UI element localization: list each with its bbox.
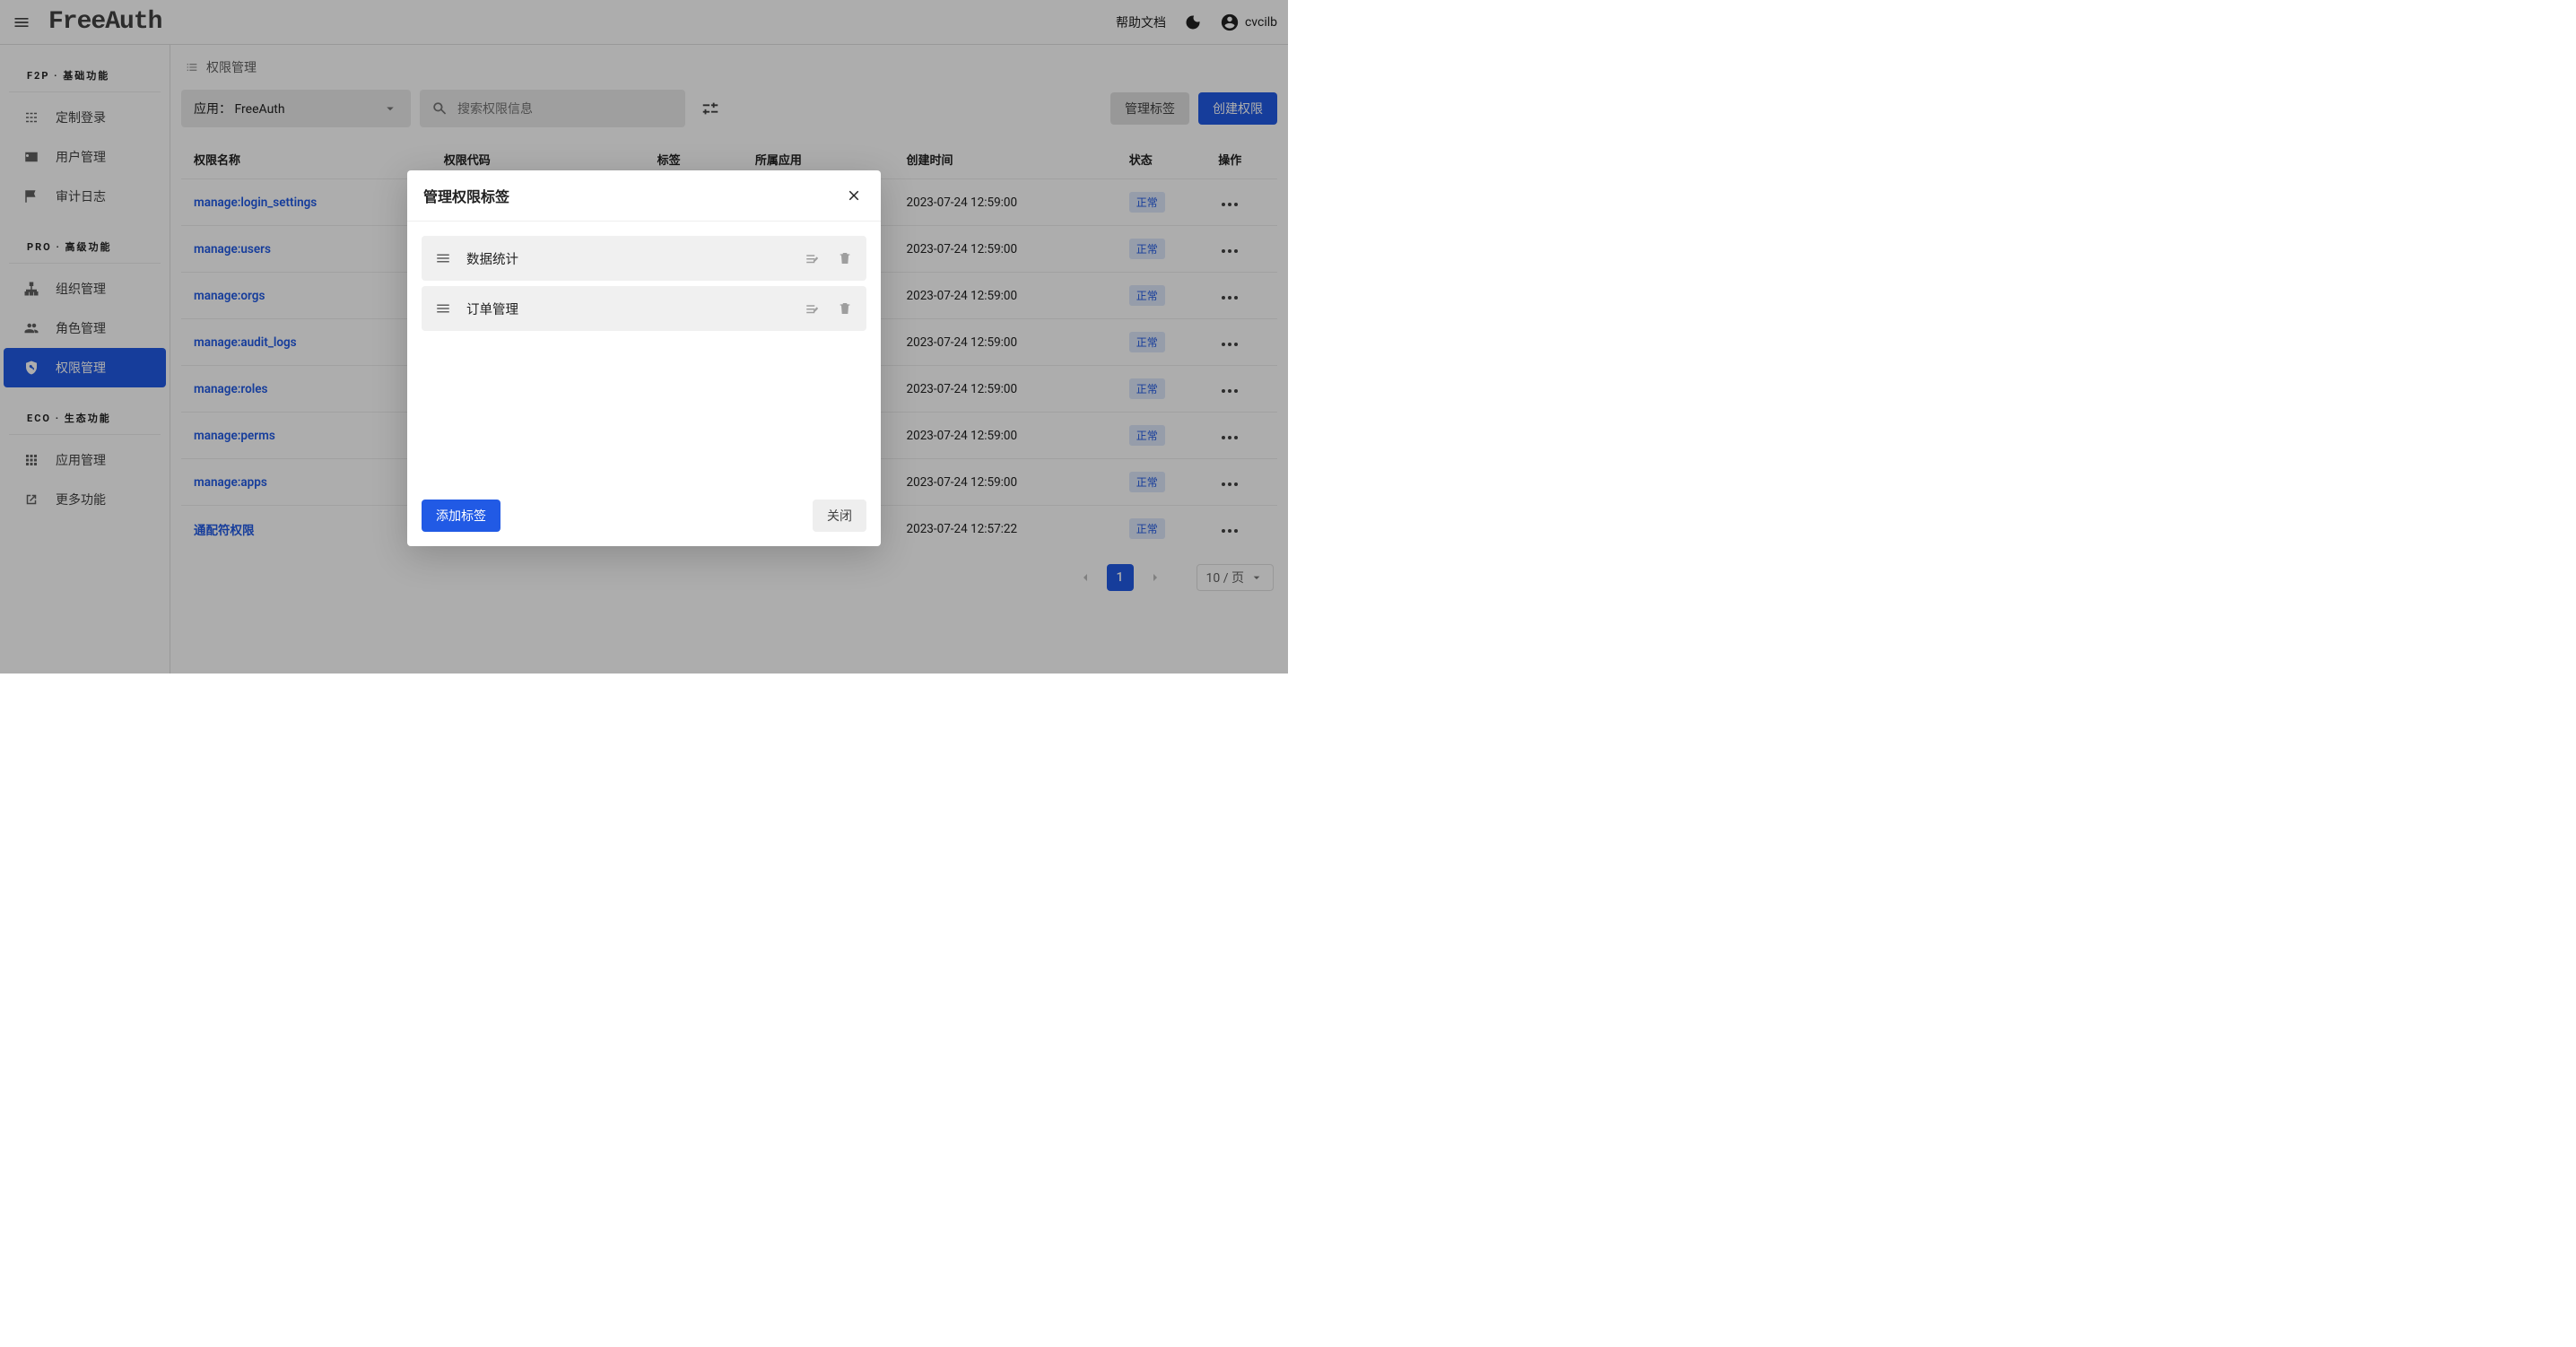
tag-row: 订单管理 — [422, 286, 866, 331]
modal-overlay[interactable]: 管理权限标签 数据统计 订单管理 添加标签 关闭 — [0, 0, 1288, 674]
delete-tag-button[interactable] — [836, 249, 854, 267]
dialog-title: 管理权限标签 — [423, 185, 509, 206]
add-tag-button[interactable]: 添加标签 — [422, 500, 500, 532]
delete-tag-button[interactable] — [836, 300, 854, 317]
tag-label: 订单管理 — [466, 300, 789, 318]
edit-tag-button[interactable] — [804, 249, 822, 267]
dialog-close-footer-button[interactable]: 关闭 — [813, 500, 866, 532]
edit-tag-button[interactable] — [804, 300, 822, 317]
drag-handle-icon[interactable] — [434, 300, 452, 317]
tag-row: 数据统计 — [422, 236, 866, 281]
dialog-close-button[interactable] — [843, 185, 865, 206]
tag-label: 数据统计 — [466, 249, 789, 268]
drag-handle-icon[interactable] — [434, 249, 452, 267]
close-icon — [846, 187, 862, 204]
manage-tags-dialog: 管理权限标签 数据统计 订单管理 添加标签 关闭 — [407, 170, 881, 546]
